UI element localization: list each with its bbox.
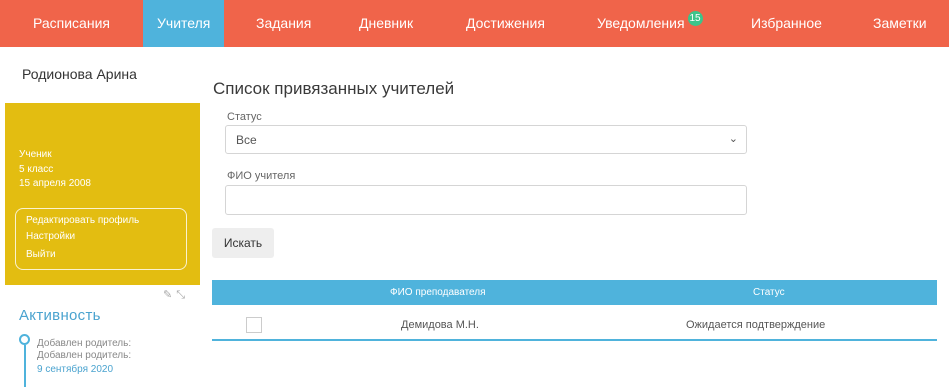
status-cell: Ожидается подтверждение — [686, 319, 826, 331]
table-header: ФИО преподавателя Статус — [212, 280, 937, 305]
table-row: Демидова М.Н. Ожидается подтверждение — [212, 305, 937, 341]
collapse-icon[interactable]: ⤡ — [176, 289, 185, 301]
status-select[interactable]: Все ⌄ — [225, 125, 747, 154]
top-nav: Расписания Учителя Задания Дневник Дости… — [0, 0, 949, 47]
nav-item-tasks[interactable]: Задания — [256, 0, 311, 47]
settings-link[interactable]: Настройки — [26, 231, 75, 242]
logout-link[interactable]: Выйти — [26, 249, 56, 260]
teacher-name-cell: Демидова М.Н. — [401, 319, 479, 331]
status-select-value: Все — [236, 133, 257, 147]
nav-item-diary[interactable]: Дневник — [359, 0, 413, 47]
timeline-line — [24, 345, 26, 387]
student-name: Родионова Арина — [22, 66, 137, 82]
row-checkbox[interactable] — [246, 317, 262, 333]
pencil-icon[interactable]: ✎ — [163, 289, 172, 301]
teacher-name-input[interactable] — [225, 185, 747, 215]
search-button[interactable]: Искать — [212, 228, 274, 258]
chevron-down-icon: ⌄ — [728, 133, 738, 145]
notifications-badge: 15 — [687, 11, 703, 26]
profile-grade: 5 класс — [19, 164, 54, 175]
status-label: Статус — [227, 111, 262, 123]
nav-item-favorites[interactable]: Избранное — [751, 0, 822, 47]
activity-item: Добавлен родитель: — [37, 350, 132, 361]
nav-item-schedules[interactable]: Расписания — [33, 0, 110, 47]
activity-title: Активность — [19, 307, 101, 324]
teacher-name-label: ФИО учителя — [227, 170, 296, 182]
nav-item-notes[interactable]: Заметки — [873, 0, 927, 47]
nav-item-notifications-label: Уведомления — [597, 15, 685, 31]
edit-profile-link[interactable]: Редактировать профиль — [26, 215, 139, 226]
profile-links-box: Редактировать профиль Настройки Выйти — [15, 208, 187, 270]
activity-date: 9 сентября 2020 — [37, 364, 114, 375]
timeline-dot-icon — [19, 334, 30, 345]
column-header-teacher: ФИО преподавателя — [390, 287, 486, 298]
profile-role: Ученик — [19, 149, 52, 160]
nav-item-notifications[interactable]: Уведомления 15 — [597, 0, 703, 47]
profile-card: Ученик 5 класс 15 апреля 2008 Редактиров… — [5, 103, 200, 285]
nav-item-achievements[interactable]: Достижения — [466, 0, 545, 47]
profile-birth-date: 15 апреля 2008 — [19, 178, 91, 189]
column-header-status: Статус — [753, 287, 785, 298]
nav-item-teachers[interactable]: Учителя — [143, 0, 225, 47]
activity-tools: ✎ ⤡ — [163, 288, 189, 302]
page-title: Список привязанных учителей — [213, 79, 455, 98]
activity-item: Добавлен родитель: — [37, 338, 132, 349]
